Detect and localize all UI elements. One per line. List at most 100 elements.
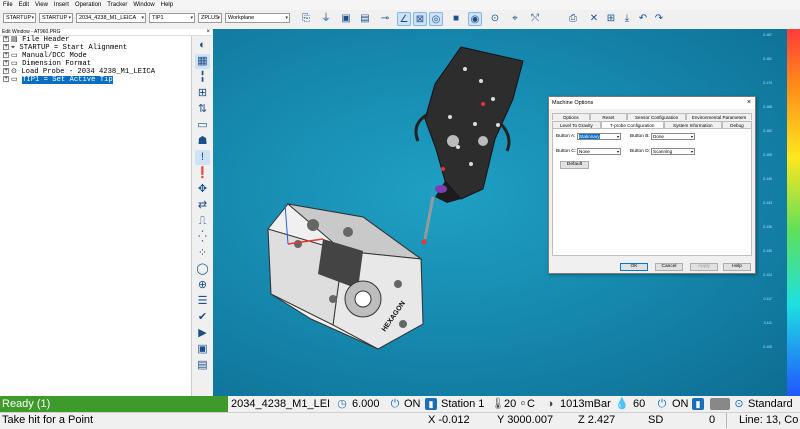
expand-icon[interactable]: + xyxy=(3,68,9,75)
help-button[interactable]: Help xyxy=(723,263,751,271)
scale-label: 0.168 xyxy=(763,105,772,109)
angle-icon[interactable]: ∠ xyxy=(397,12,411,26)
operator-icon[interactable]: ☗ xyxy=(195,134,210,149)
display-icon[interactable]: ▤ xyxy=(358,12,372,26)
exclamation-icon[interactable]: ❗ xyxy=(195,166,210,181)
drag-icon[interactable]: ✥ xyxy=(195,182,210,197)
close-icon[interactable]: × xyxy=(206,29,210,36)
menu-edit[interactable]: Edit xyxy=(16,0,32,10)
value-status: 6.000 xyxy=(352,398,380,410)
probe-combo[interactable]: 2034_4238_M1_LEICA ▾ xyxy=(76,13,146,23)
menu-view[interactable]: View xyxy=(32,0,51,10)
cancel-button[interactable]: Cancel xyxy=(655,263,683,271)
line-status: Line: 13, Co xyxy=(739,414,799,426)
undo-icon[interactable]: ↶ xyxy=(636,12,650,26)
ok-button[interactable]: OK xyxy=(620,263,648,271)
expand-icon[interactable]: + xyxy=(3,52,9,59)
camera-icon[interactable]: ■ xyxy=(449,12,463,26)
machine-options-dialog: Machine Options × Options Reset Sensor C… xyxy=(548,96,756,274)
menu-file[interactable]: File xyxy=(0,0,16,10)
button-c-select[interactable]: None ▾ xyxy=(577,148,621,155)
expand-icon[interactable]: + xyxy=(3,76,9,83)
tab-reset[interactable]: Reset xyxy=(589,113,628,120)
menu-insert[interactable]: Insert xyxy=(51,0,72,10)
scan-icon[interactable]: ⊞ xyxy=(604,12,618,26)
button-a-select[interactable]: Stationary ▾ xyxy=(577,133,621,140)
separator xyxy=(726,413,727,428)
alignment-combo[interactable]: STARTUP ▾ xyxy=(3,13,36,23)
button-d-select[interactable]: Scanning ▾ xyxy=(651,148,695,155)
tab-debug[interactable]: Debug xyxy=(721,121,752,128)
check-icon[interactable]: ✔ xyxy=(195,310,210,325)
alert-icon[interactable]: ! xyxy=(195,150,210,165)
scatter-icon[interactable]: ⁘ xyxy=(195,246,210,261)
list-icon[interactable]: ☰ xyxy=(195,294,210,309)
dots-icon[interactable]: ⁛ xyxy=(195,230,210,245)
menu-help[interactable]: Help xyxy=(158,0,176,10)
grid-icon[interactable]: ⊞ xyxy=(195,86,210,101)
laser-icon[interactable]: ⤲ xyxy=(528,12,542,26)
menu-operation[interactable]: Operation xyxy=(72,0,104,10)
comment-icon[interactable]: ▭ xyxy=(195,118,210,133)
expand-icon[interactable]: + xyxy=(3,60,9,67)
default-button[interactable]: Default xyxy=(560,161,589,169)
tip-combo[interactable]: TIP1 ▾ xyxy=(149,13,195,23)
scale-label: 0.130 xyxy=(763,249,772,253)
workplane-combo[interactable]: ZPLUS ▾ xyxy=(198,13,222,23)
import-icon[interactable]: ⎘ xyxy=(299,12,313,26)
tab-sensor-configuration[interactable]: Sensor Configuration xyxy=(627,113,687,120)
scale-label: 0.117 xyxy=(763,297,773,301)
workplane2-combo[interactable]: Workplane ▾ xyxy=(225,13,290,23)
crosshair-icon[interactable]: ⊕ xyxy=(195,278,210,293)
box-icon[interactable]: ⊠ xyxy=(413,12,427,26)
program-line-selected[interactable]: + ▭ TIP1 = Set Active Tip xyxy=(3,76,113,85)
button-b-select[interactable]: Done ▾ xyxy=(651,133,695,140)
tab-system-information[interactable]: System Information xyxy=(663,121,722,128)
apply-button[interactable]: Apply xyxy=(690,263,718,271)
report-icon[interactable]: ▤ xyxy=(195,358,210,373)
close-icon[interactable]: ✕ xyxy=(587,12,601,26)
sd-label: SD xyxy=(648,414,664,426)
tab-environmental-parameters[interactable]: Environmental Parameters xyxy=(686,113,753,120)
edit-window[interactable]: + ▤ File Header + ⌖ STARTUP = Start Alignm… xyxy=(0,36,212,396)
tab-options[interactable]: Options xyxy=(552,113,590,120)
power-icon: ⏻ xyxy=(390,398,400,410)
clock-icon: ◷ xyxy=(337,398,347,410)
scale-label: 0.111 xyxy=(763,321,772,325)
sync-icon[interactable]: ⇄ xyxy=(195,198,210,213)
button-b-label: Button B: xyxy=(630,134,650,139)
target2-icon[interactable]: ⊙ xyxy=(488,12,502,26)
dialog-title-bar[interactable]: Machine Options × xyxy=(549,97,755,109)
tab-level-to-gravity[interactable]: Level To Gravity xyxy=(552,121,601,128)
button-d-value: Scanning xyxy=(653,149,673,154)
probe-status: 2034_4238_M1_LEI xyxy=(231,398,331,410)
window-icon[interactable]: ▣ xyxy=(195,342,210,357)
menu-window[interactable]: Window xyxy=(130,0,157,10)
humidity-icon: 💧 xyxy=(615,398,629,410)
download-icon[interactable]: ⤓ xyxy=(620,12,634,26)
circle-icon[interactable]: ◯ xyxy=(195,262,210,277)
cube-icon[interactable]: ▦ xyxy=(195,54,210,69)
path-icon[interactable]: ⎍ xyxy=(195,214,210,229)
probe-toggle-icon[interactable]: ◐ xyxy=(195,38,210,53)
chevron-down-icon: ▾ xyxy=(690,134,693,139)
point-icon[interactable]: ╏ xyxy=(195,70,210,85)
expand-icon[interactable]: + xyxy=(3,36,9,43)
tracker-icon[interactable]: ⌖ xyxy=(508,12,522,26)
button-b-value: Done xyxy=(653,134,664,139)
alignment2-combo[interactable]: STARTUP ▾ xyxy=(39,13,73,23)
redo-icon[interactable]: ↷ xyxy=(652,12,666,26)
tab-t-probe-configuration[interactable]: T-probe Configuration xyxy=(600,121,664,128)
sort-icon[interactable]: ⇅ xyxy=(195,102,210,117)
save-icon[interactable]: ▣ xyxy=(339,12,353,26)
target-icon[interactable]: ◉ xyxy=(468,12,482,26)
expand-icon[interactable]: + xyxy=(3,44,9,51)
close-icon[interactable]: × xyxy=(747,97,751,109)
probe-icon[interactable]: ⏚ xyxy=(319,12,333,26)
measure-icon[interactable]: ⊸ xyxy=(378,12,392,26)
ball-icon[interactable]: ◎ xyxy=(429,12,443,26)
play-icon[interactable]: ▶ xyxy=(195,326,210,341)
program-line-text: STARTUP = Start Alignment xyxy=(19,44,128,52)
printer-icon[interactable]: ⎙ xyxy=(566,12,580,26)
menu-tracker[interactable]: Tracker xyxy=(104,0,130,10)
